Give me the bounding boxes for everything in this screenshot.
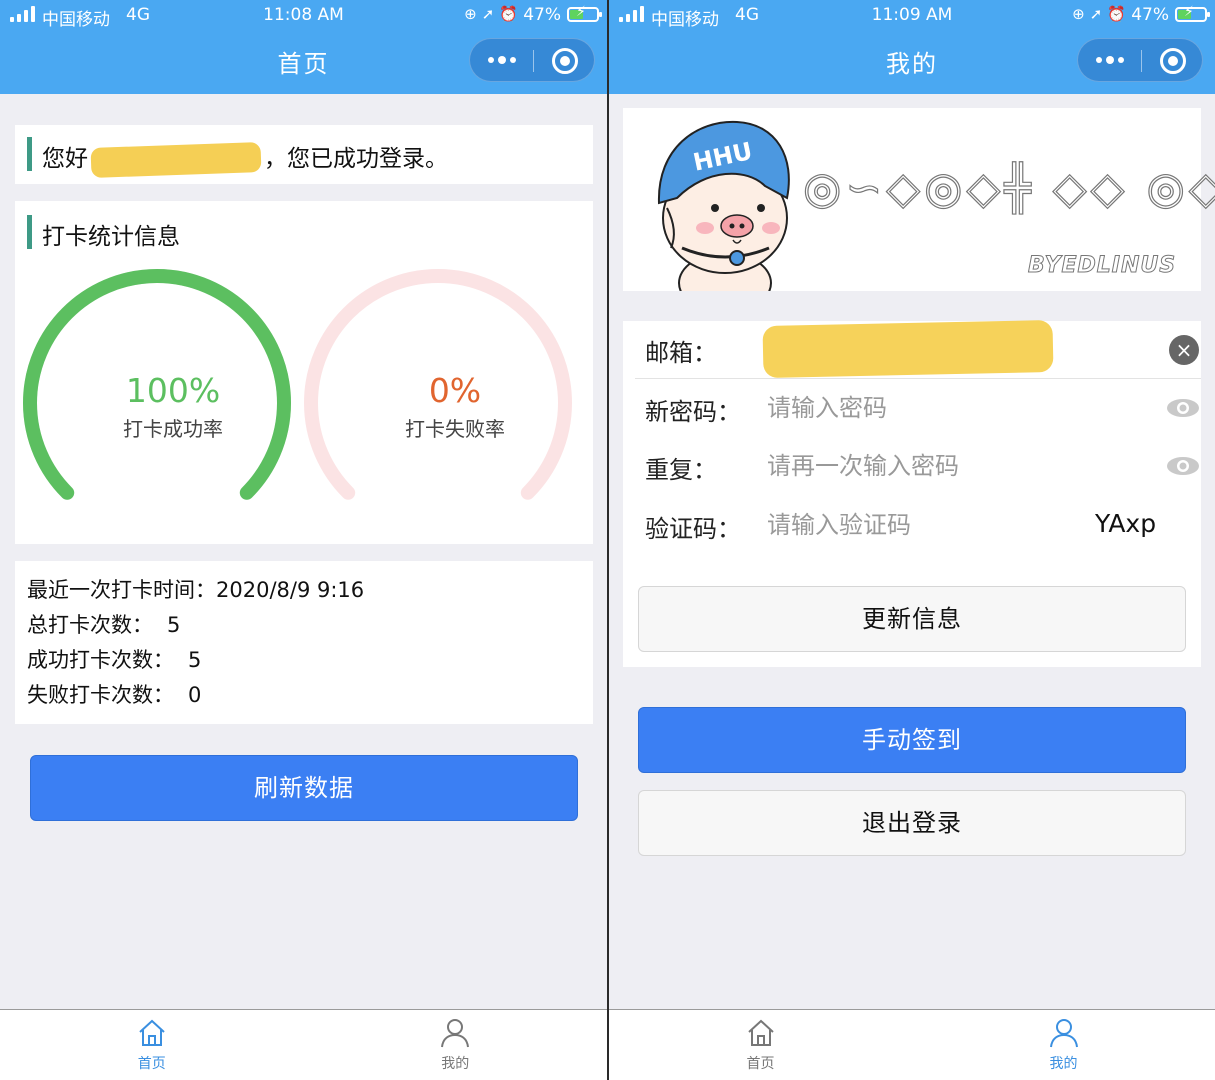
email-row: 邮箱： ×	[645, 319, 1199, 379]
password-input[interactable]	[767, 390, 1097, 426]
eye-icon[interactable]	[1165, 455, 1201, 477]
tab-mine-label: 我的	[441, 1056, 470, 1072]
battery-percent: 47%	[523, 5, 561, 25]
redacted-phone	[90, 141, 262, 178]
fail-rate-label: 打卡失败率	[405, 417, 505, 441]
battery-icon: ⚡	[567, 4, 602, 22]
tab-bar: 首页 我的	[0, 1009, 607, 1080]
accent-bar	[27, 137, 32, 171]
clear-icon[interactable]: ×	[1169, 335, 1199, 365]
tab-bar: 首页 我的	[609, 1009, 1215, 1080]
captcha-row: 验证码： YAxp	[645, 497, 1190, 555]
status-icons: ⊕➚⏰	[1072, 5, 1131, 23]
home-screen: 中国移动 4G 11:08 AM ⊕➚⏰ 47% ⚡ 首页 您好 ，您已成功登录。…	[0, 0, 607, 1080]
more-menu-icon[interactable]	[1096, 48, 1126, 72]
last-checkin-time: 最近一次打卡时间：2020/8/9 9:16	[27, 578, 365, 602]
account-form: 邮箱： × 新密码： 重复： 验证码： YAxp 更新信息	[623, 319, 1201, 667]
captcha-code[interactable]: YAxp	[1095, 509, 1156, 538]
manual-checkin-button[interactable]: 手动签到	[638, 707, 1186, 773]
status-bar: 中国移动 4G 11:09 AM ⊕➚⏰ 47% ⚡	[609, 0, 1215, 30]
more-menu-icon[interactable]	[488, 48, 518, 72]
redacted-email-field[interactable]	[762, 319, 1054, 379]
battery-icon: ⚡	[1175, 4, 1210, 22]
tab-mine[interactable]: 我的	[912, 1010, 1215, 1080]
tab-home[interactable]: 首页	[0, 1010, 304, 1080]
home-icon	[747, 1019, 774, 1046]
success-rate-value: 100%	[125, 371, 221, 410]
logout-button[interactable]: 退出登录	[638, 790, 1186, 856]
home-icon	[139, 1019, 165, 1046]
success-rate-label: 打卡成功率	[123, 417, 223, 441]
checkin-stats-card: 打卡统计信息 100% 打卡成功率 0% 打卡失败率	[15, 201, 593, 544]
captcha-label: 验证码：	[645, 515, 741, 543]
app-header: 中国移动 4G 11:08 AM ⊕➚⏰ 47% ⚡ 首页	[0, 0, 607, 94]
status-icons: ⊕➚⏰	[464, 5, 523, 23]
password-row: 新密码：	[645, 380, 1199, 438]
total-checkins: 总打卡次数： 5	[27, 613, 181, 637]
miniprogram-capsule	[1077, 38, 1203, 82]
captcha-input[interactable]	[767, 507, 1067, 543]
profile-banner: HHU ◎∽◇◎◇╬ ◇◇ ◎◇◇ BYEDLINUS	[623, 108, 1215, 291]
failed-checkins: 失败打卡次数： 0	[27, 683, 202, 707]
battery-percent: 47%	[1131, 5, 1169, 25]
status-bar: 中国移动 4G 11:08 AM ⊕➚⏰ 47% ⚡	[0, 0, 607, 30]
password-label: 新密码：	[645, 398, 741, 426]
capsule-divider	[533, 50, 534, 72]
capsule-divider	[1141, 50, 1142, 72]
row-divider	[635, 378, 1201, 379]
user-icon	[1049, 1019, 1078, 1048]
app-header: 中国移动 4G 11:09 AM ⊕➚⏰ 47% ⚡ 我的	[609, 0, 1215, 94]
greeting-card: 您好 ，您已成功登录。	[15, 125, 593, 184]
update-info-button[interactable]: 更新信息	[638, 586, 1186, 652]
tab-mine[interactable]: 我的	[304, 1010, 608, 1080]
close-miniprogram-icon[interactable]	[552, 48, 578, 74]
pig-mascot-illustration: HHU	[657, 120, 790, 291]
checkin-info-card: 最近一次打卡时间：2020/8/9 9:16 总打卡次数： 5 成功打卡次数： 5 …	[15, 561, 593, 724]
close-miniprogram-icon[interactable]	[1160, 48, 1186, 74]
email-label: 邮箱：	[645, 339, 717, 367]
eye-icon[interactable]	[1165, 397, 1201, 419]
repeat-password-input[interactable]	[767, 448, 1097, 484]
miniprogram-capsule	[469, 38, 595, 82]
user-icon	[441, 1019, 470, 1048]
tab-home-label: 首页	[746, 1056, 775, 1072]
successful-checkins: 成功打卡次数： 5	[27, 648, 202, 672]
tab-home-label: 首页	[137, 1056, 166, 1072]
repeat-password-row: 重复：	[645, 438, 1199, 496]
banner-artwork-text: ◎∽◇◎◇╬ ◇◇ ◎◇◇	[802, 162, 1215, 214]
greeting-text: 您好 ，您已成功登录。	[42, 139, 448, 178]
fail-rate-value: 0%	[428, 371, 482, 410]
tab-mine-label: 我的	[1049, 1056, 1078, 1072]
refresh-data-button[interactable]: 刷新数据	[30, 755, 578, 821]
banner-signature: BYEDLINUS	[1027, 253, 1177, 279]
tab-home[interactable]: 首页	[609, 1010, 912, 1080]
profile-screen: 中国移动 4G 11:09 AM ⊕➚⏰ 47% ⚡ 我的 HHU ◎∽◇◎◇╬…	[609, 0, 1215, 1080]
repeat-label: 重复：	[645, 456, 717, 484]
